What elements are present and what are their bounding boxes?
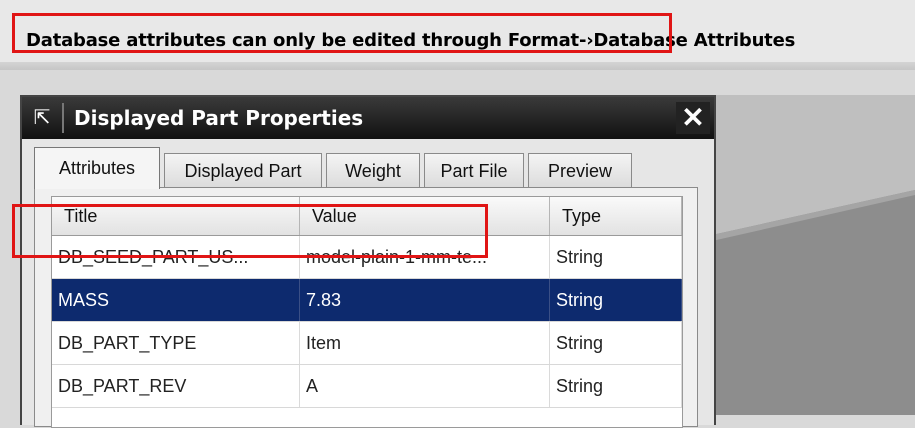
attributes-table: Title Value Type DB_SEED_PART_US... mode… [51,196,683,428]
cell-title: MASS [52,279,300,321]
cell-type: String [550,236,682,278]
table-row[interactable]: DB_PART_TYPE Item String [52,322,682,365]
cell-type: String [550,279,682,321]
cell-value: A [300,365,550,407]
table-header: Title Value Type [52,197,682,236]
pin-icon[interactable]: ⇱ [28,105,56,131]
graphics-window[interactable] [712,95,915,415]
column-header-value[interactable]: Value [300,197,550,235]
cell-type: String [550,365,682,407]
titlebar-separator [62,103,64,133]
tab-preview[interactable]: Preview [528,153,632,187]
cell-title: DB_PART_TYPE [52,322,300,364]
cell-value: model-plain-1-mm-te... [300,236,550,278]
table-row[interactable]: DB_PART_REV A String [52,365,682,408]
message-text: Database attributes can only be edited t… [26,30,796,51]
tab-part-file[interactable]: Part File [424,153,524,187]
attributes-panel: Title Value Type DB_SEED_PART_US... mode… [34,187,698,428]
message-bar: Database attributes can only be edited t… [0,0,915,70]
cell-title: DB_SEED_PART_US... [52,236,300,278]
cell-value: Item [300,322,550,364]
tab-attributes[interactable]: Attributes [34,147,160,189]
dialog-titlebar[interactable]: ⇱ Displayed Part Properties ✕ [22,97,714,139]
model-geometry [712,190,915,415]
cell-type: String [550,322,682,364]
dialog-title: Displayed Part Properties [74,106,364,130]
tab-weight[interactable]: Weight [326,153,420,187]
table-row[interactable]: DB_SEED_PART_US... model-plain-1-mm-te..… [52,236,682,279]
cell-value: 7.83 [300,279,550,321]
column-header-type[interactable]: Type [550,197,682,235]
close-icon[interactable]: ✕ [676,102,710,134]
tab-displayed-part[interactable]: Displayed Part [164,153,322,187]
message-bar-divider [0,62,915,70]
column-header-title[interactable]: Title [52,197,300,235]
cell-title: DB_PART_REV [52,365,300,407]
displayed-part-properties-dialog: ⇱ Displayed Part Properties ✕ Attributes… [20,95,716,428]
table-row-selected[interactable]: MASS 7.83 String [52,279,682,322]
